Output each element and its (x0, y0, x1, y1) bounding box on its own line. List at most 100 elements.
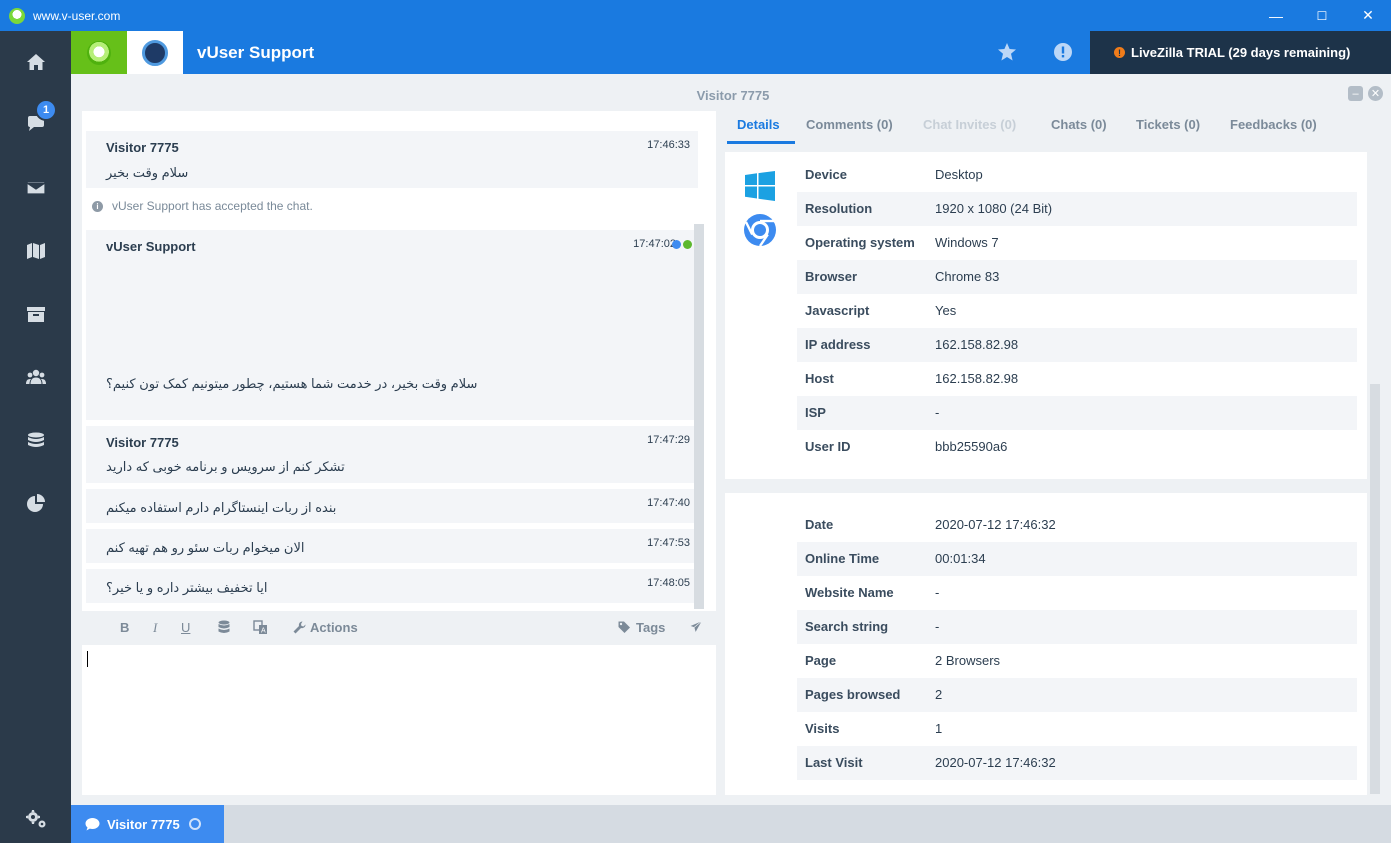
sidebar-item-archive[interactable] (0, 294, 71, 334)
detail-row-os: Operating system Windows 7 (797, 226, 1357, 260)
tab-chat-invites[interactable]: Chat Invites (0) (923, 117, 1016, 132)
pie-chart-icon (26, 494, 45, 512)
message-author: vUser Support (106, 239, 196, 254)
detail-row-date: Date 2020-07-12 17:46:32 (797, 508, 1357, 542)
chat-message: 17:47:40 بنده از ربات اینستاگرام دارم اس… (86, 489, 698, 523)
translate-icon[interactable]: A (253, 620, 268, 635)
detail-label: IP address (805, 337, 871, 352)
sidebar-item-reports[interactable] (0, 483, 71, 523)
canned-responses-icon[interactable] (218, 620, 230, 634)
detail-value: 2 Browsers (935, 653, 1001, 668)
detail-label: Javascript (805, 303, 870, 318)
tab-feedbacks[interactable]: Feedbacks (0) (1230, 117, 1317, 132)
detail-label: Visits (805, 721, 840, 736)
mail-icon (25, 181, 46, 195)
bold-button[interactable]: B (120, 620, 129, 635)
close-panel-icon[interactable]: ✕ (1368, 86, 1383, 101)
send-icon[interactable] (689, 620, 703, 634)
active-tab-indicator (727, 141, 795, 144)
tab-details[interactable]: Details (737, 117, 780, 132)
minimize-button[interactable]: — (1253, 0, 1299, 31)
detail-value: Desktop (935, 167, 983, 182)
sidebar-item-map[interactable] (0, 231, 71, 271)
gears-icon (25, 810, 45, 828)
minimize-panel-icon[interactable]: – (1348, 86, 1363, 101)
app-header: vUser Support ! LiveZilla TRIAL (29 days… (71, 31, 1391, 74)
alert-icon[interactable] (1053, 42, 1073, 62)
text-cursor (87, 651, 88, 667)
svg-text:A: A (261, 628, 266, 635)
italic-button[interactable]: I (153, 620, 157, 636)
detail-value: 00:01:34 (935, 551, 986, 566)
tags-label: Tags (636, 620, 666, 635)
message-time: 17:47:02 (633, 238, 676, 250)
underline-button[interactable]: U (181, 620, 190, 635)
actions-label: Actions (310, 620, 358, 635)
star-icon[interactable] (997, 42, 1017, 62)
chat-bubble-icon (85, 818, 100, 831)
detail-value: Yes (935, 303, 957, 318)
detail-value: 2020-07-12 17:46:32 (935, 755, 1056, 770)
detail-value: Chrome 83 (935, 269, 1000, 284)
chat-tab-visitor[interactable]: Visitor 7775 (71, 805, 224, 843)
detail-label: Online Time (805, 551, 880, 566)
window-titlebar: www.v-user.com — ☐ ✕ (0, 0, 1391, 31)
details-scrollbar[interactable] (1370, 384, 1380, 794)
sidebar-item-settings[interactable] (0, 795, 71, 843)
close-button[interactable]: ✕ (1345, 0, 1391, 31)
detail-label: Resolution (805, 201, 873, 216)
livezilla-logo (71, 31, 127, 74)
detail-row-search-string: Search string - (797, 610, 1357, 644)
composer-toolbar: B I U A Actions Tags (82, 611, 716, 645)
detail-label: Website Name (805, 585, 894, 600)
detail-row-host: Host 162.158.82.98 (797, 362, 1357, 396)
sidebar-item-users[interactable] (0, 357, 71, 397)
tab-tickets[interactable]: Tickets (0) (1136, 117, 1200, 132)
detail-row-javascript: Javascript Yes (797, 294, 1357, 328)
detail-row-resolution: Resolution 1920 x 1080 (24 Bit) (797, 192, 1357, 226)
detail-label: Browser (805, 269, 858, 284)
message-input[interactable] (82, 645, 716, 795)
message-text: سلام وقت بخیر (106, 165, 189, 180)
detail-row-visits: Visits 1 (797, 712, 1357, 746)
detail-row-user-id: User ID bbb25590a6 (797, 430, 1357, 464)
detail-label: User ID (805, 439, 851, 454)
message-time: 17:47:40 (647, 497, 690, 509)
sidebar-item-chats[interactable]: 1 (0, 99, 71, 144)
detail-label: Date (805, 517, 834, 532)
maximize-button[interactable]: ☐ (1299, 0, 1345, 31)
tab-comments[interactable]: Comments (0) (806, 117, 893, 132)
tags-button[interactable]: Tags (618, 620, 665, 635)
close-chat-tab-icon[interactable] (188, 818, 201, 830)
detail-row-website-name: Website Name - (797, 576, 1357, 610)
detail-value: 162.158.82.98 (935, 337, 1019, 352)
detail-label: Operating system (805, 235, 915, 250)
detail-value: 2020-07-12 17:46:32 (935, 517, 1056, 532)
window-title: www.v-user.com (33, 8, 121, 23)
trial-banner[interactable]: ! LiveZilla TRIAL (29 days remaining) (1090, 31, 1391, 74)
detail-value: - (935, 405, 940, 420)
sidebar-item-home[interactable] (0, 42, 71, 82)
windows-icon (745, 171, 775, 201)
map-icon (26, 243, 45, 259)
detail-label: Page (805, 653, 837, 668)
system-details-card: Device Desktop Resolution 1920 x 1080 (24 … (725, 152, 1367, 479)
operator-avatar[interactable] (127, 31, 183, 74)
detail-row-last-visit: Last Visit 2020-07-12 17:46:32 (797, 746, 1357, 780)
detail-value: - (935, 619, 940, 634)
actions-button[interactable]: Actions (293, 620, 358, 635)
trial-text: LiveZilla TRIAL (29 days remaining) (1131, 45, 1351, 60)
sidebar-item-database[interactable] (0, 421, 71, 461)
chrome-icon (744, 214, 776, 247)
tags-icon (618, 621, 630, 633)
message-time: 17:47:29 (647, 434, 690, 446)
archive-icon (26, 307, 45, 322)
chat-message: 17:48:05 ایا تخفیف بیشتر داره و یا خیر؟ (86, 569, 698, 603)
message-time: 17:48:05 (647, 577, 690, 589)
chat-scrollbar[interactable] (694, 224, 704, 609)
chat-message: Visitor 7775 17:47:29 تشکر کنم از سرویس … (86, 426, 698, 483)
tab-chats[interactable]: Chats (0) (1051, 117, 1107, 132)
sidebar-item-mail[interactable] (0, 168, 71, 208)
visitor-tabs: Details Comments (0) Chat Invites (0) Ch… (725, 111, 1367, 143)
panel-title: Visitor 7775 (696, 88, 770, 103)
